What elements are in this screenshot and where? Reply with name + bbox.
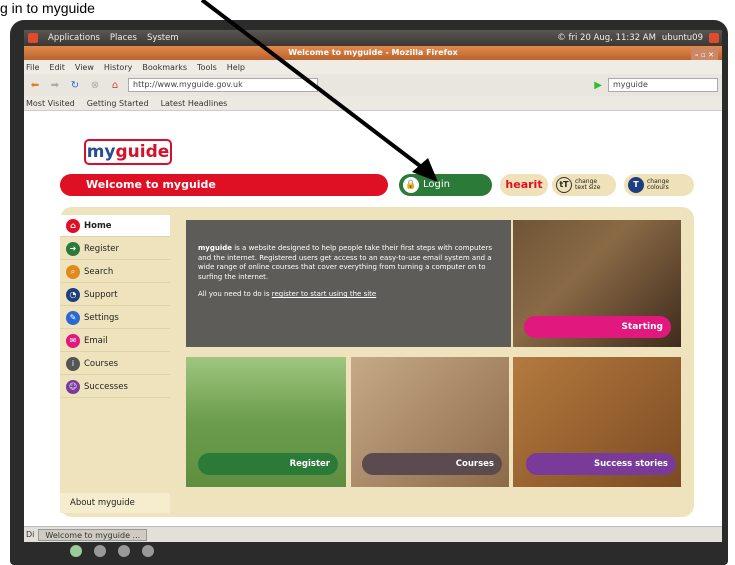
sidebar-item-search[interactable]: ⌕ Search [60, 261, 170, 283]
courses-icon: i [66, 356, 80, 371]
email-icon: ✉ [66, 333, 80, 348]
settings-icon: ✎ [66, 310, 80, 325]
sidebar-label-register: Register [84, 243, 119, 254]
successes-icon: ☺ [66, 379, 80, 394]
sidebar-label-home: Home [84, 220, 112, 231]
sidebar-label-search: Search [84, 266, 114, 277]
intro-brand: myguide [198, 244, 233, 252]
intro-box: myguide is a website designed to help pe… [186, 220, 511, 347]
support-icon: ◔ [66, 287, 80, 302]
sidebar-label-courses: Courses [84, 358, 119, 369]
sidebar-item-home[interactable]: ⌂ Home [60, 215, 170, 237]
register-link[interactable]: register to start using the site [272, 290, 377, 298]
about-myguide-link[interactable]: About myguide [60, 493, 170, 513]
pointer-arrow-icon [200, 0, 438, 182]
sidebar-item-settings[interactable]: ✎ Settings [60, 307, 170, 329]
led-icon [94, 545, 106, 557]
courses-tile-button[interactable]: Courses [362, 453, 502, 475]
taskbar: Di Welcome to myguide ... [24, 526, 722, 542]
success-stories-tile-button[interactable]: Success stories [526, 453, 676, 475]
sidebar-item-successes[interactable]: ☺ Successes [60, 376, 170, 398]
search-icon: ⌕ [66, 264, 80, 279]
sidebar-label-successes: Successes [84, 381, 128, 392]
sidebar-nav: ⌂ Home ➜ Register ⌕ Search ◔ Support ✎ Settin… [60, 207, 170, 517]
sidebar-item-courses[interactable]: i Courses [60, 353, 170, 375]
led-icon [70, 545, 82, 557]
starting-button[interactable]: Starting [524, 316, 671, 338]
led-icon [142, 545, 154, 557]
intro-text: is a website designed to help people tak… [198, 244, 492, 281]
taskbar-item-firefox[interactable]: Welcome to myguide ... [38, 528, 148, 541]
sidebar-item-support[interactable]: ◔ Support [60, 284, 170, 306]
sidebar-item-email[interactable]: ✉ Email [60, 330, 170, 352]
status-prefix: Di [26, 530, 35, 539]
sidebar-label-email: Email [84, 335, 108, 346]
led-icon [118, 545, 130, 557]
sidebar-label-support: Support [84, 289, 118, 300]
home-icon: ⌂ [66, 218, 80, 233]
register-tile-button[interactable]: Register [198, 453, 338, 475]
sidebar-item-register[interactable]: ➜ Register [60, 238, 170, 260]
register-icon: ➜ [66, 241, 80, 256]
intro-text-2: All you need to do is [198, 290, 272, 298]
sidebar-label-settings: Settings [84, 312, 119, 323]
monitor-leds [70, 545, 154, 557]
